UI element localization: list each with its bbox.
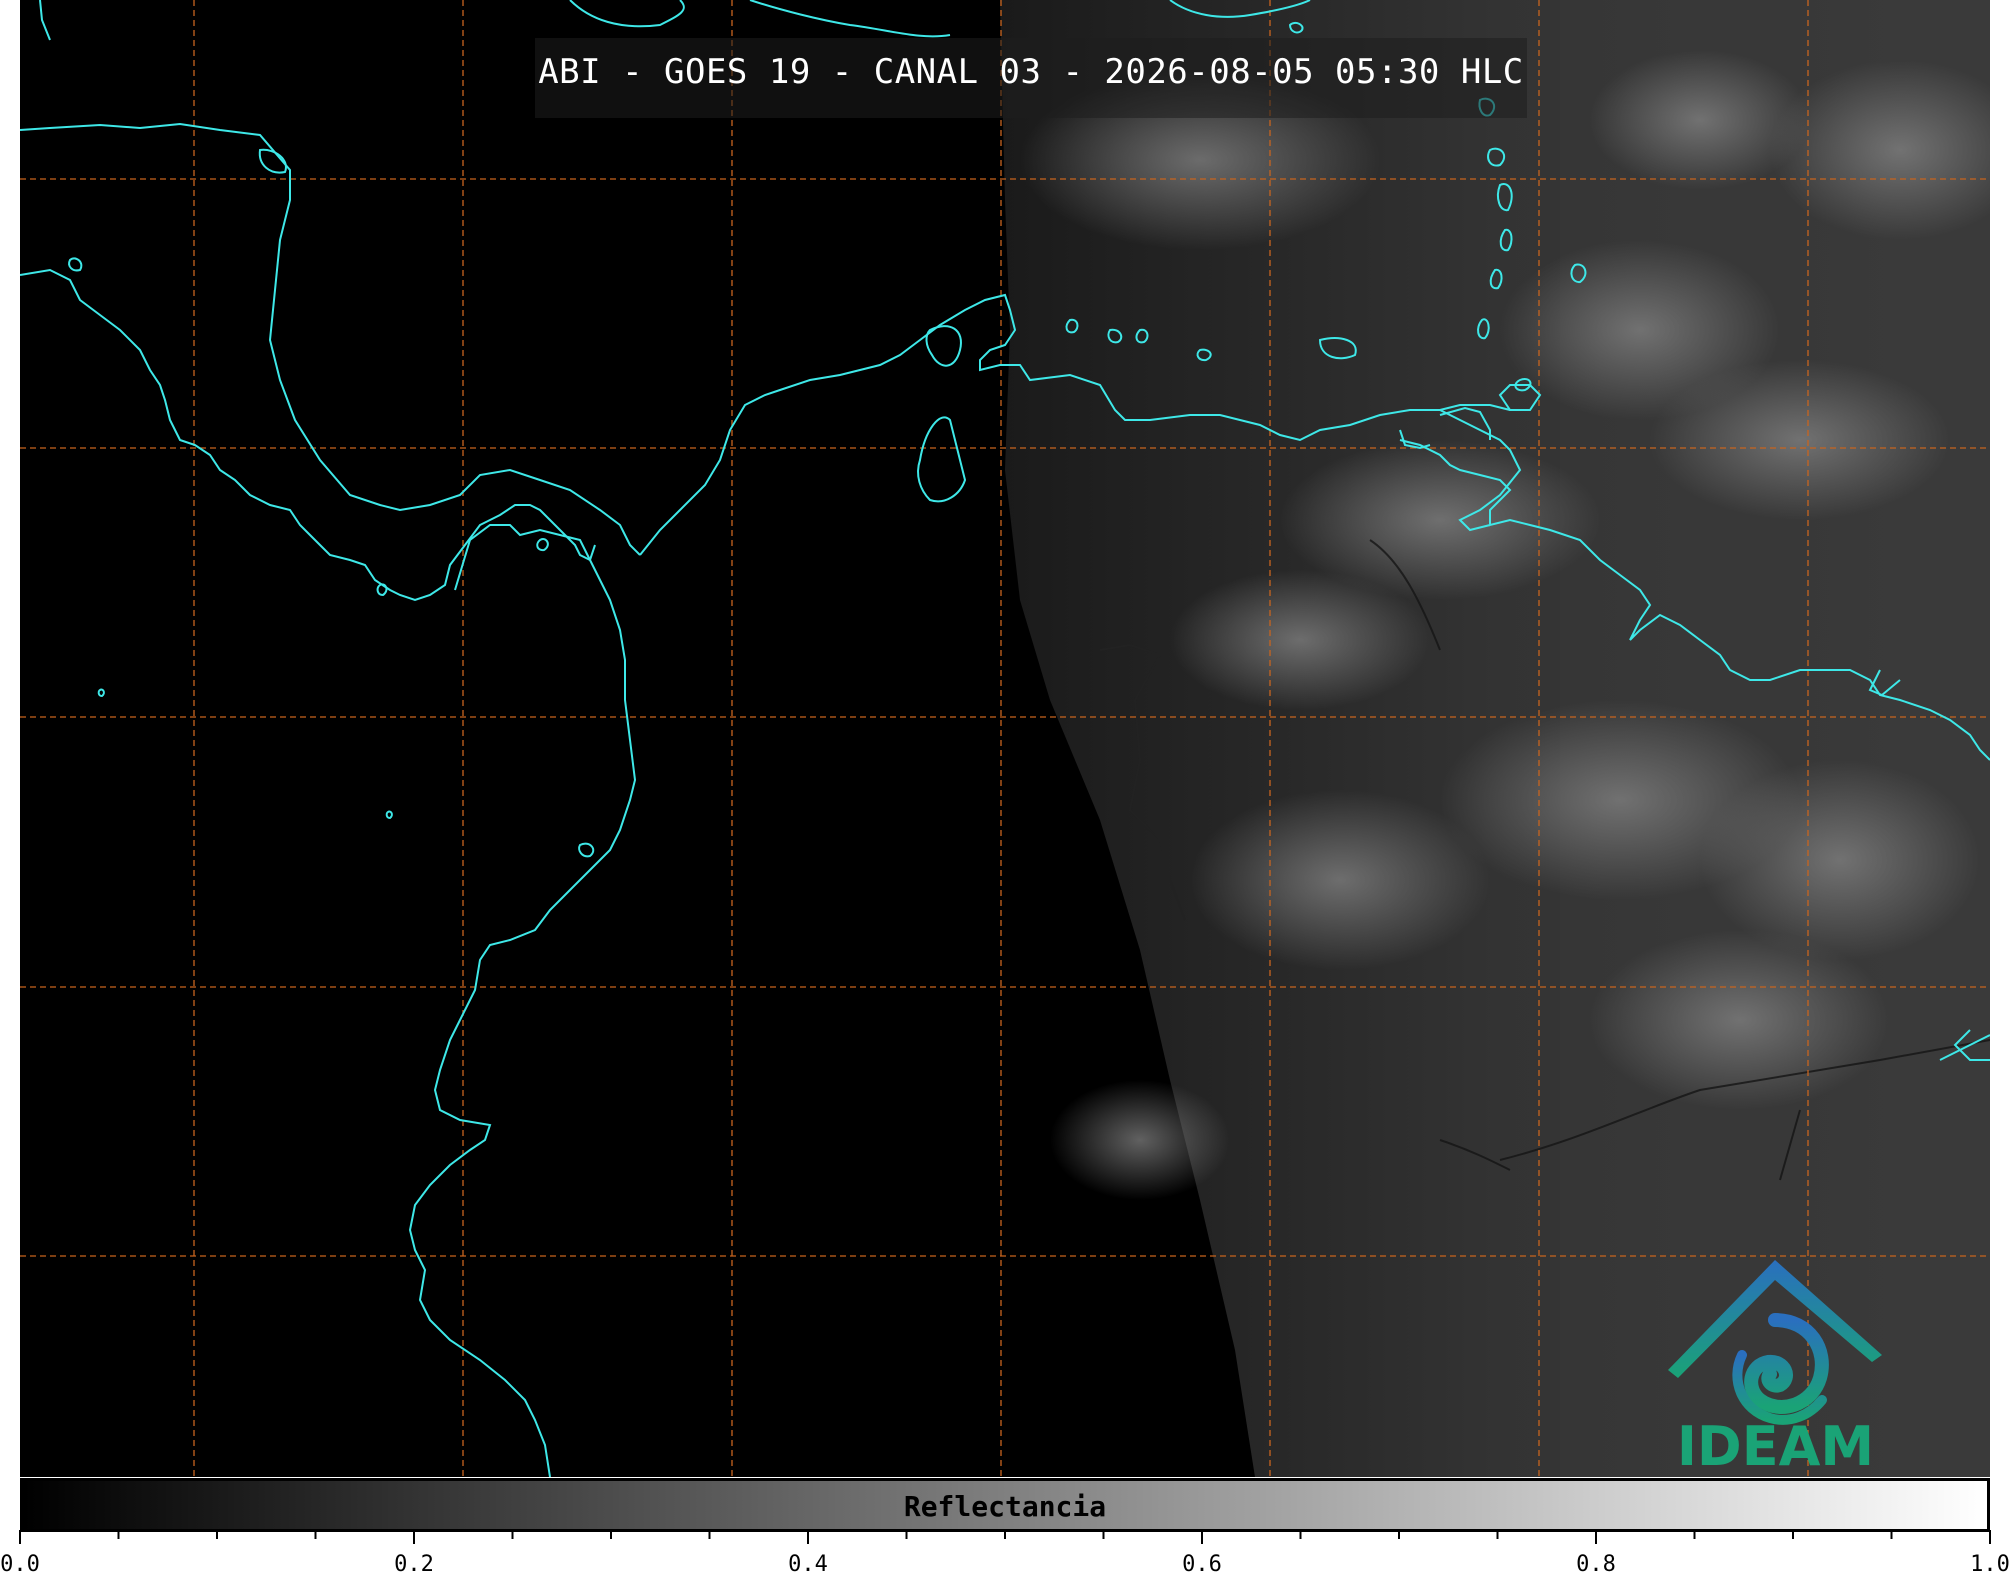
colorbar-tick-label: 0.0 <box>0 1552 40 1577</box>
colorbar-tick-label: 0.8 <box>1576 1552 1616 1577</box>
colorbar-label: Reflectancia <box>903 1490 1107 1523</box>
ideam-logo-text: IDEAM <box>1676 1415 1875 1478</box>
colorbar-tick-label: 0.2 <box>394 1552 434 1577</box>
colorbar-tick-label: 0.6 <box>1182 1552 1222 1577</box>
colorbar-tick-label: 1.0 <box>1970 1552 2010 1577</box>
colorbar-tick-label: 0.4 <box>788 1552 828 1577</box>
colorbar-ticks <box>19 1530 1991 1544</box>
image-title: ABI - GOES 19 - CANAL 03 - 2026-08-05 05… <box>538 52 1524 92</box>
